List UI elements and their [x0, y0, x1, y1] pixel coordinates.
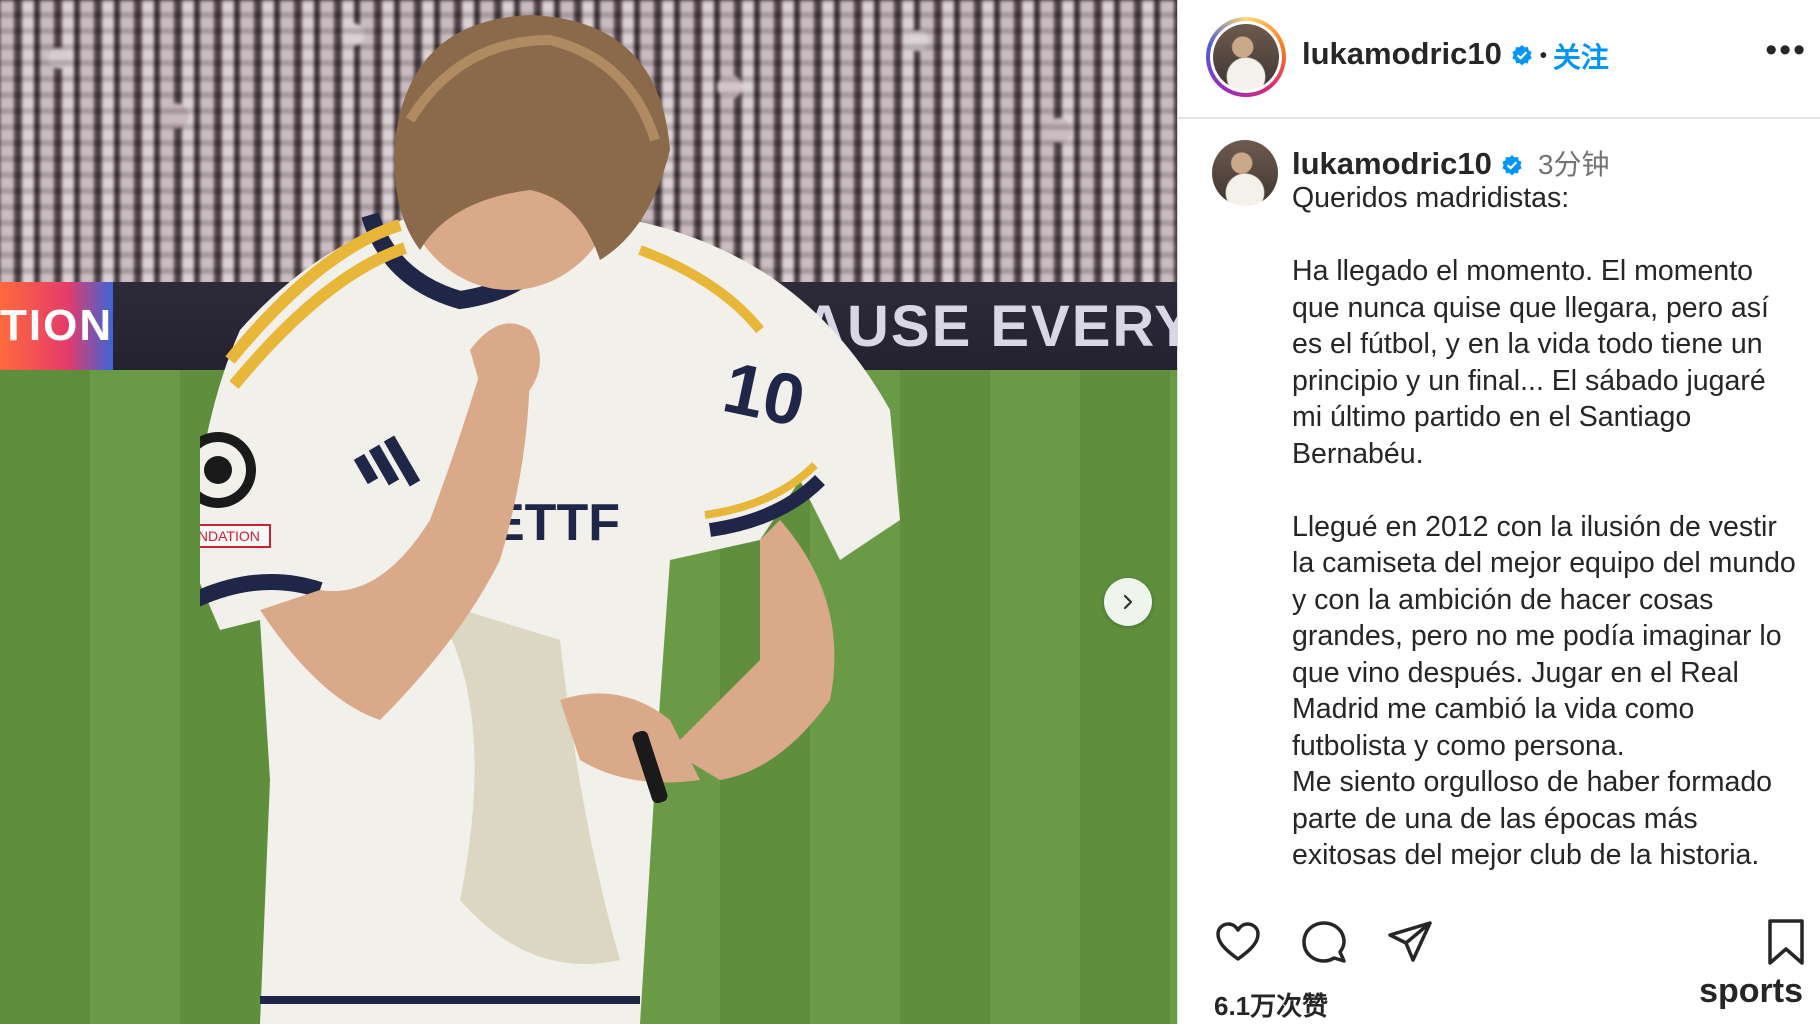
- verified-badge-icon: [1510, 44, 1534, 68]
- header-username-row: lukamodric10 • 关注: [1302, 36, 1609, 76]
- post-photo[interactable]: TION AUSE EVERY CH ETTF INDATION 10: [0, 0, 1177, 1024]
- next-photo-button[interactable]: [1104, 578, 1152, 626]
- bookmark-icon[interactable]: [1765, 918, 1807, 966]
- like-count[interactable]: 6.1万次赞: [1214, 986, 1328, 1023]
- ad-board-left-text: TION: [0, 282, 114, 370]
- player-figure: ETTF INDATION 10: [200, 15, 900, 1024]
- watermark-text: sports: [1699, 972, 1803, 1010]
- action-bar: [1214, 918, 1434, 966]
- chevron-right-icon: [1123, 594, 1133, 610]
- sleeve-patch-text: INDATION: [200, 528, 260, 544]
- username-link[interactable]: lukamodric10: [1302, 36, 1502, 71]
- caption-username-link[interactable]: lukamodric10: [1292, 146, 1492, 181]
- separator-dot: •: [1539, 44, 1547, 67]
- more-options-button[interactable]: •••: [1765, 33, 1807, 67]
- paper-plane-icon[interactable]: [1386, 918, 1434, 966]
- caption-fade: [1292, 868, 1812, 892]
- post-side-panel: lukamodric10 • 关注 ••• lukamodric10 3分钟 Quer…: [1177, 0, 1820, 1024]
- post-timestamp[interactable]: 3分钟: [1538, 149, 1610, 180]
- story-ring-avatar[interactable]: [1206, 17, 1286, 97]
- follow-button[interactable]: 关注: [1553, 42, 1609, 73]
- caption-header: lukamodric10 3分钟: [1292, 143, 1609, 183]
- post-caption: Queridos madridistas: Ha llegado el mome…: [1292, 182, 1796, 871]
- svg-text:10: 10: [717, 347, 812, 442]
- heart-icon[interactable]: [1214, 918, 1262, 966]
- verified-badge-icon: [1500, 154, 1524, 178]
- post-header: lukamodric10 • 关注 •••: [1178, 0, 1820, 119]
- comment-bubble-icon[interactable]: [1300, 918, 1348, 966]
- avatar: [1213, 24, 1279, 90]
- caption-avatar[interactable]: [1212, 140, 1278, 206]
